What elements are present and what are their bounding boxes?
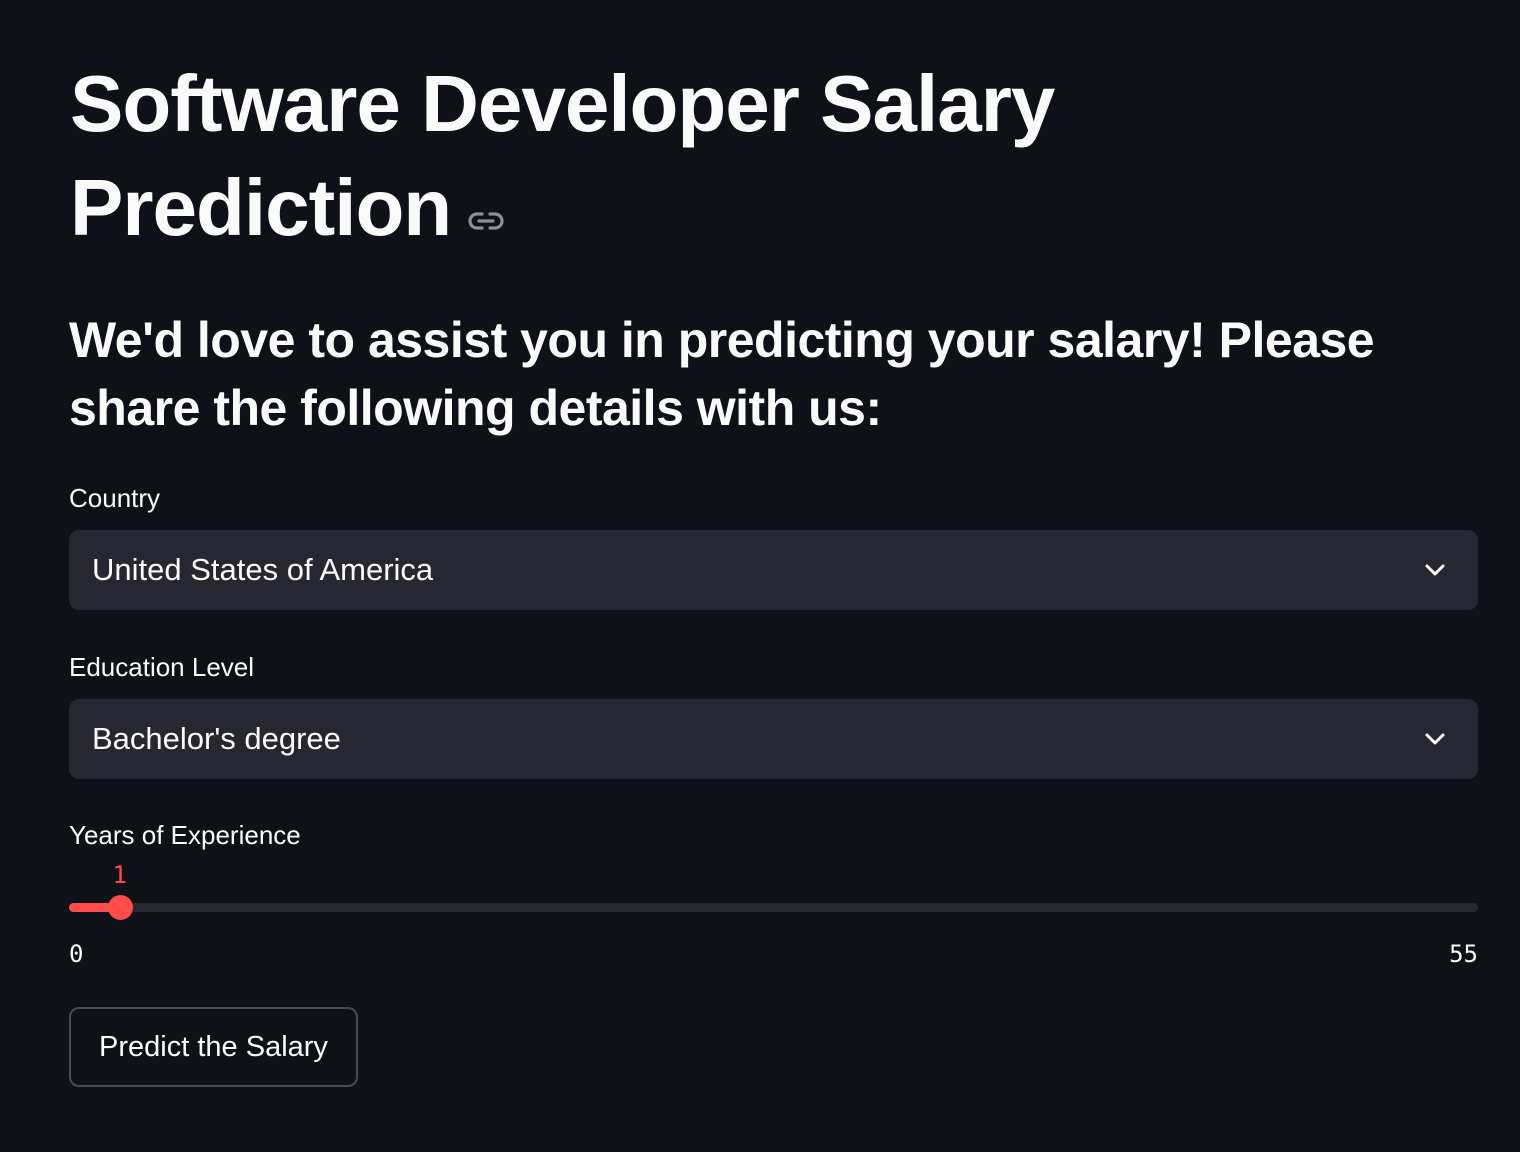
app-page: Software Developer Salary Prediction We'… — [0, 0, 1520, 1152]
intro-heading: We'd love to assist you in predicting yo… — [69, 312, 1375, 436]
experience-label: Years of Experience — [69, 820, 301, 850]
predict-salary-button[interactable]: Predict the Salary — [69, 1007, 358, 1087]
experience-slider-min: 0 — [69, 940, 84, 968]
experience-slider-max: 55 — [1449, 940, 1478, 968]
country-select[interactable]: United States of America — [69, 530, 1478, 610]
country-label: Country — [69, 483, 161, 513]
chevron-down-icon — [1425, 733, 1445, 745]
page-title: Software Developer Salary Prediction — [70, 52, 1270, 266]
education-select[interactable]: Bachelor's degree — [69, 699, 1478, 779]
country-select-value: United States of America — [92, 552, 434, 587]
experience-slider-track[interactable] — [69, 903, 1478, 912]
chevron-down-icon — [1425, 564, 1445, 576]
education-select-value: Bachelor's degree — [92, 721, 341, 756]
education-label: Education Level — [69, 652, 255, 682]
page-title-text: Software Developer Salary Prediction — [70, 59, 1055, 252]
link-icon[interactable] — [467, 154, 505, 258]
experience-slider-value: 1 — [112, 861, 127, 889]
experience-slider-thumb[interactable] — [107, 895, 133, 920]
